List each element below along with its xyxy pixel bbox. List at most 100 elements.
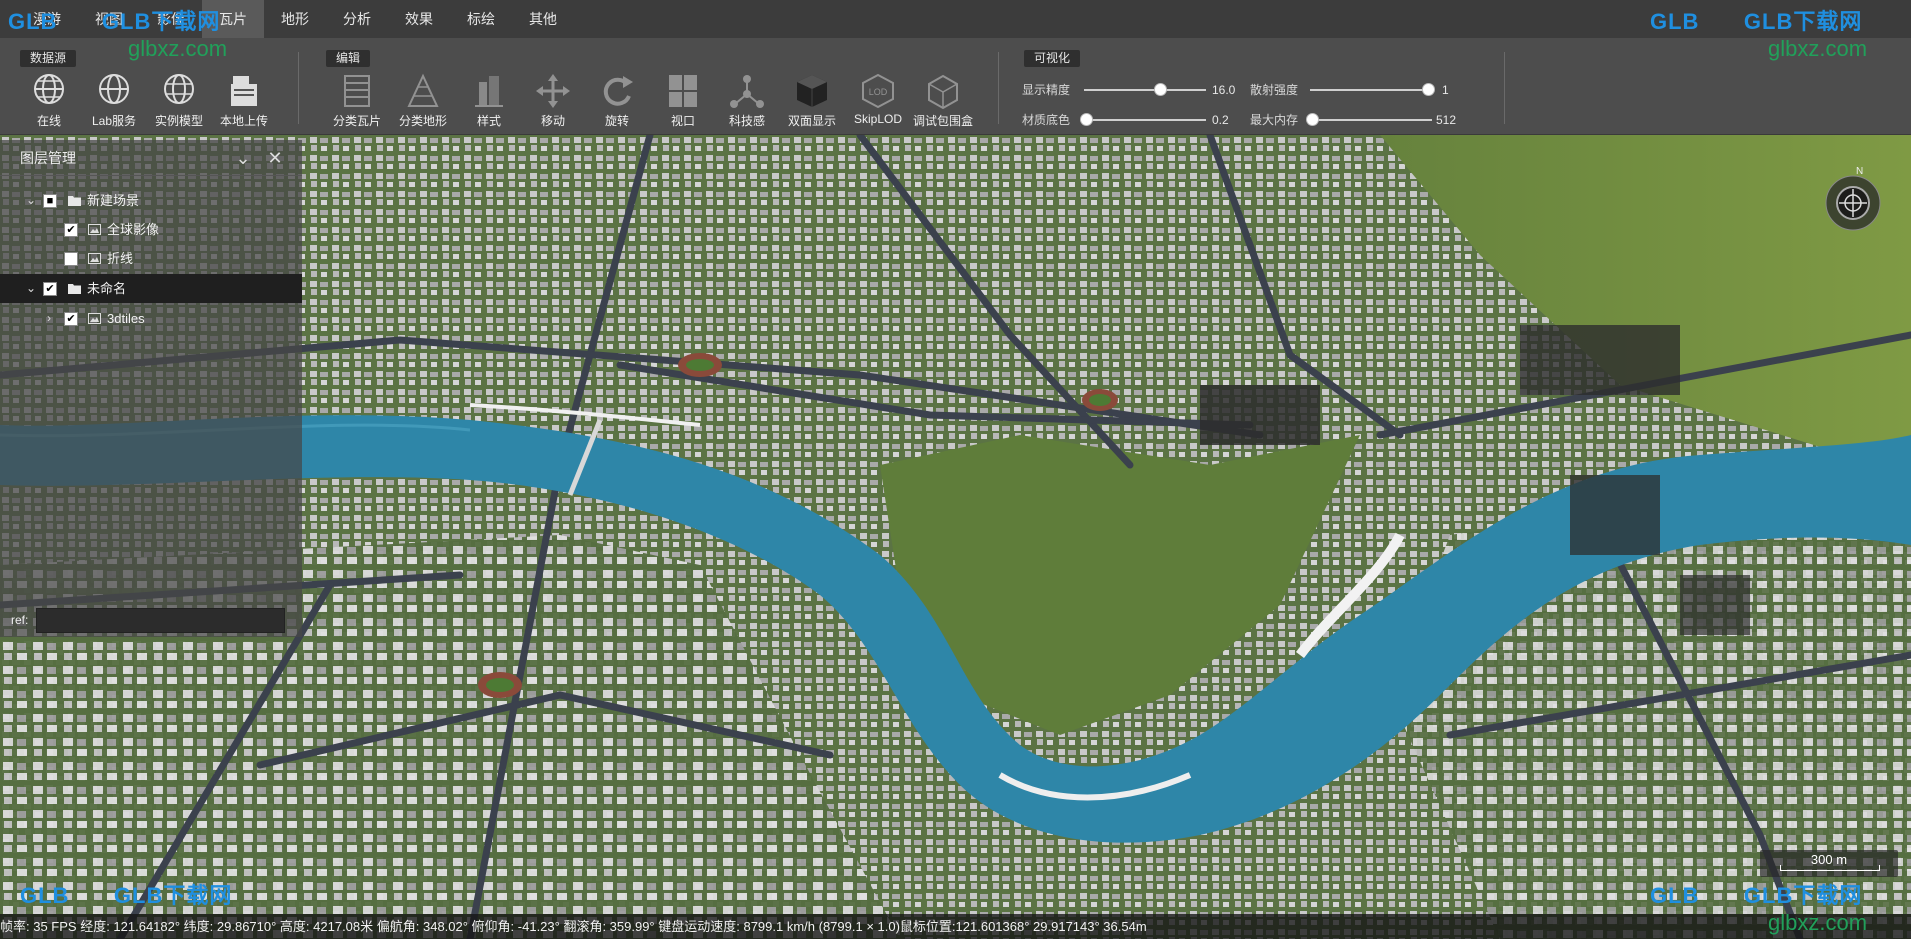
style-icon <box>475 76 503 107</box>
bounding-box-icon <box>928 74 958 110</box>
cube-icon <box>797 75 827 107</box>
scatter-intensity-value: 1 <box>1442 83 1449 97</box>
expand-chevron-icon[interactable]: ⌄ <box>24 186 38 215</box>
close-icon[interactable]: ✕ <box>265 140 285 176</box>
menu-tiles[interactable]: 瓦片 <box>202 0 264 38</box>
rotate-button[interactable]: 旋转 <box>586 72 648 129</box>
lod-icon: LOD <box>862 73 894 109</box>
scatter-intensity-label: 散射强度 <box>1250 83 1299 97</box>
globe-grid-icon <box>99 74 129 104</box>
material-base-color-value: 0.2 <box>1212 113 1229 127</box>
max-memory-label: 最大内存 <box>1250 113 1299 127</box>
building-classify-icon <box>344 75 370 107</box>
slider-track <box>1310 89 1432 91</box>
main-menu-bar: 漫游 视图 影像 瓦片 地形 分析 效果 标绘 其他 <box>0 0 1911 38</box>
move-button[interactable]: 移动 <box>522 72 584 129</box>
max-memory-value: 512 <box>1436 113 1457 127</box>
slider-knob[interactable] <box>1154 83 1168 96</box>
expand-chevron-right-icon[interactable]: › <box>42 304 56 333</box>
folder-upload-icon <box>231 76 257 106</box>
tree-item-3dtiles[interactable]: › ✔ 3dtiles <box>0 304 302 333</box>
instance-model-button[interactable]: 实例模型 <box>148 72 210 129</box>
folder-icon <box>68 284 81 294</box>
ref-label: ref: <box>11 613 29 627</box>
toolbar-separator <box>998 52 999 124</box>
skiplod-label: SkipLOD <box>853 112 903 126</box>
scale-bar-line <box>1780 865 1880 871</box>
compass-north-label: N <box>1856 166 1863 177</box>
lab-service-button[interactable]: Lab服务 <box>83 72 145 129</box>
toolbar-separator <box>298 52 299 124</box>
terrain-classify-icon <box>407 73 439 107</box>
slider-knob[interactable] <box>1306 113 1319 126</box>
menu-imagery[interactable]: 影像 <box>140 0 202 38</box>
material-base-color-slider[interactable]: 材质底色 0.2 <box>1022 112 1242 128</box>
tree-item-unnamed[interactable]: ⌄ ✔ 未命名 <box>0 274 302 303</box>
move-label: 移动 <box>540 114 565 128</box>
debug-bbox-button[interactable]: 调试包围盒 <box>912 72 974 129</box>
tree-item-global-imagery[interactable]: ✔ 全球影像 <box>0 215 302 244</box>
online-button[interactable]: 在线 <box>18 72 80 129</box>
group-label-edit: 编辑 <box>326 50 371 67</box>
ribbon-toolbar: 数据源 编辑 可视化 在线 Lab服务 实例模型 本地上传 分类瓦片 分类地形 <box>0 38 1911 135</box>
layer-manager-panel: 图层管理 ⌄ ✕ ⌄ ■ 新建场景 ✔ 全球影像 折线 ⌄ ✔ 未命名 › ✔ … <box>0 140 302 637</box>
classify-tiles-button[interactable]: 分类瓦片 <box>326 72 388 129</box>
classify-tiles-label: 分类瓦片 <box>332 114 381 128</box>
double-side-button[interactable]: 双面显示 <box>781 72 843 129</box>
collapse-chevron-icon[interactable]: ⌄ <box>233 140 253 176</box>
layer-checkbox[interactable]: ■ <box>43 194 57 208</box>
layer-panel-title: 图层管理 <box>20 150 76 166</box>
tech-style-label: 科技感 <box>728 114 765 128</box>
group-label-visualization: 可视化 <box>1024 50 1081 67</box>
local-upload-label: 本地上传 <box>219 114 268 128</box>
material-base-color-label: 材质底色 <box>1022 113 1071 127</box>
app-window: 漫游 视图 影像 瓦片 地形 分析 效果 标绘 其他 数据源 编辑 可视化 在线… <box>0 0 1911 939</box>
slider-knob[interactable] <box>1422 83 1435 96</box>
folder-icon <box>68 196 81 206</box>
menu-view[interactable]: 视图 <box>78 0 140 38</box>
tree-item-label: 全球影像 <box>107 222 160 237</box>
layer-checkbox[interactable]: ✔ <box>64 312 78 326</box>
tree-item-label: 未命名 <box>87 281 127 296</box>
menu-roam[interactable]: 漫游 <box>16 0 78 38</box>
menu-effects[interactable]: 效果 <box>388 0 450 38</box>
display-precision-slider[interactable]: 显示精度 16.0 <box>1022 82 1242 98</box>
viewport-grid-icon <box>669 75 697 107</box>
debug-bbox-label: 调试包围盒 <box>912 114 973 128</box>
tree-item-label: 折线 <box>107 251 134 266</box>
skiplod-button[interactable]: LOD SkipLOD <box>847 72 909 126</box>
globe-model-icon <box>164 74 194 104</box>
slider-knob[interactable] <box>1080 113 1093 126</box>
local-upload-button[interactable]: 本地上传 <box>213 72 275 129</box>
toolbar-separator <box>1504 52 1505 124</box>
classify-terrain-button[interactable]: 分类地形 <box>392 72 454 129</box>
expand-chevron-icon[interactable]: ⌄ <box>24 274 38 303</box>
move-arrows-icon <box>536 74 570 108</box>
menu-analysis[interactable]: 分析 <box>326 0 388 38</box>
scale-bar: 300 m <box>1760 850 1898 877</box>
menu-other[interactable]: 其他 <box>512 0 574 38</box>
layer-checkbox[interactable]: ✔ <box>43 282 57 296</box>
compass-widget[interactable]: N <box>1820 165 1886 231</box>
viewport-label: 视口 <box>670 114 695 128</box>
compass-icon: N <box>1825 166 1881 231</box>
ref-input[interactable] <box>36 608 285 633</box>
tree-item-polyline[interactable]: 折线 <box>0 244 302 273</box>
menu-plotting[interactable]: 标绘 <box>450 0 512 38</box>
menu-terrain[interactable]: 地形 <box>264 0 326 38</box>
tree-item-label: 3dtiles <box>107 311 145 326</box>
tech-style-button[interactable]: 科技感 <box>716 72 778 129</box>
tree-item-new-scene[interactable]: ⌄ ■ 新建场景 <box>0 186 302 215</box>
layer-checkbox[interactable]: ✔ <box>64 223 78 237</box>
layer-checkbox[interactable] <box>64 252 78 266</box>
slider-track <box>1310 119 1432 121</box>
max-memory-slider[interactable]: 最大内存 512 <box>1250 112 1456 128</box>
viewport-button[interactable]: 视口 <box>652 72 714 129</box>
rotate-label: 旋转 <box>604 114 629 128</box>
double-side-label: 双面显示 <box>787 114 836 128</box>
online-label: 在线 <box>36 114 61 128</box>
network-node-icon <box>730 75 764 108</box>
display-precision-label: 显示精度 <box>1022 83 1071 97</box>
scatter-intensity-slider[interactable]: 散射强度 1 <box>1250 82 1450 98</box>
style-button[interactable]: 样式 <box>458 72 520 129</box>
